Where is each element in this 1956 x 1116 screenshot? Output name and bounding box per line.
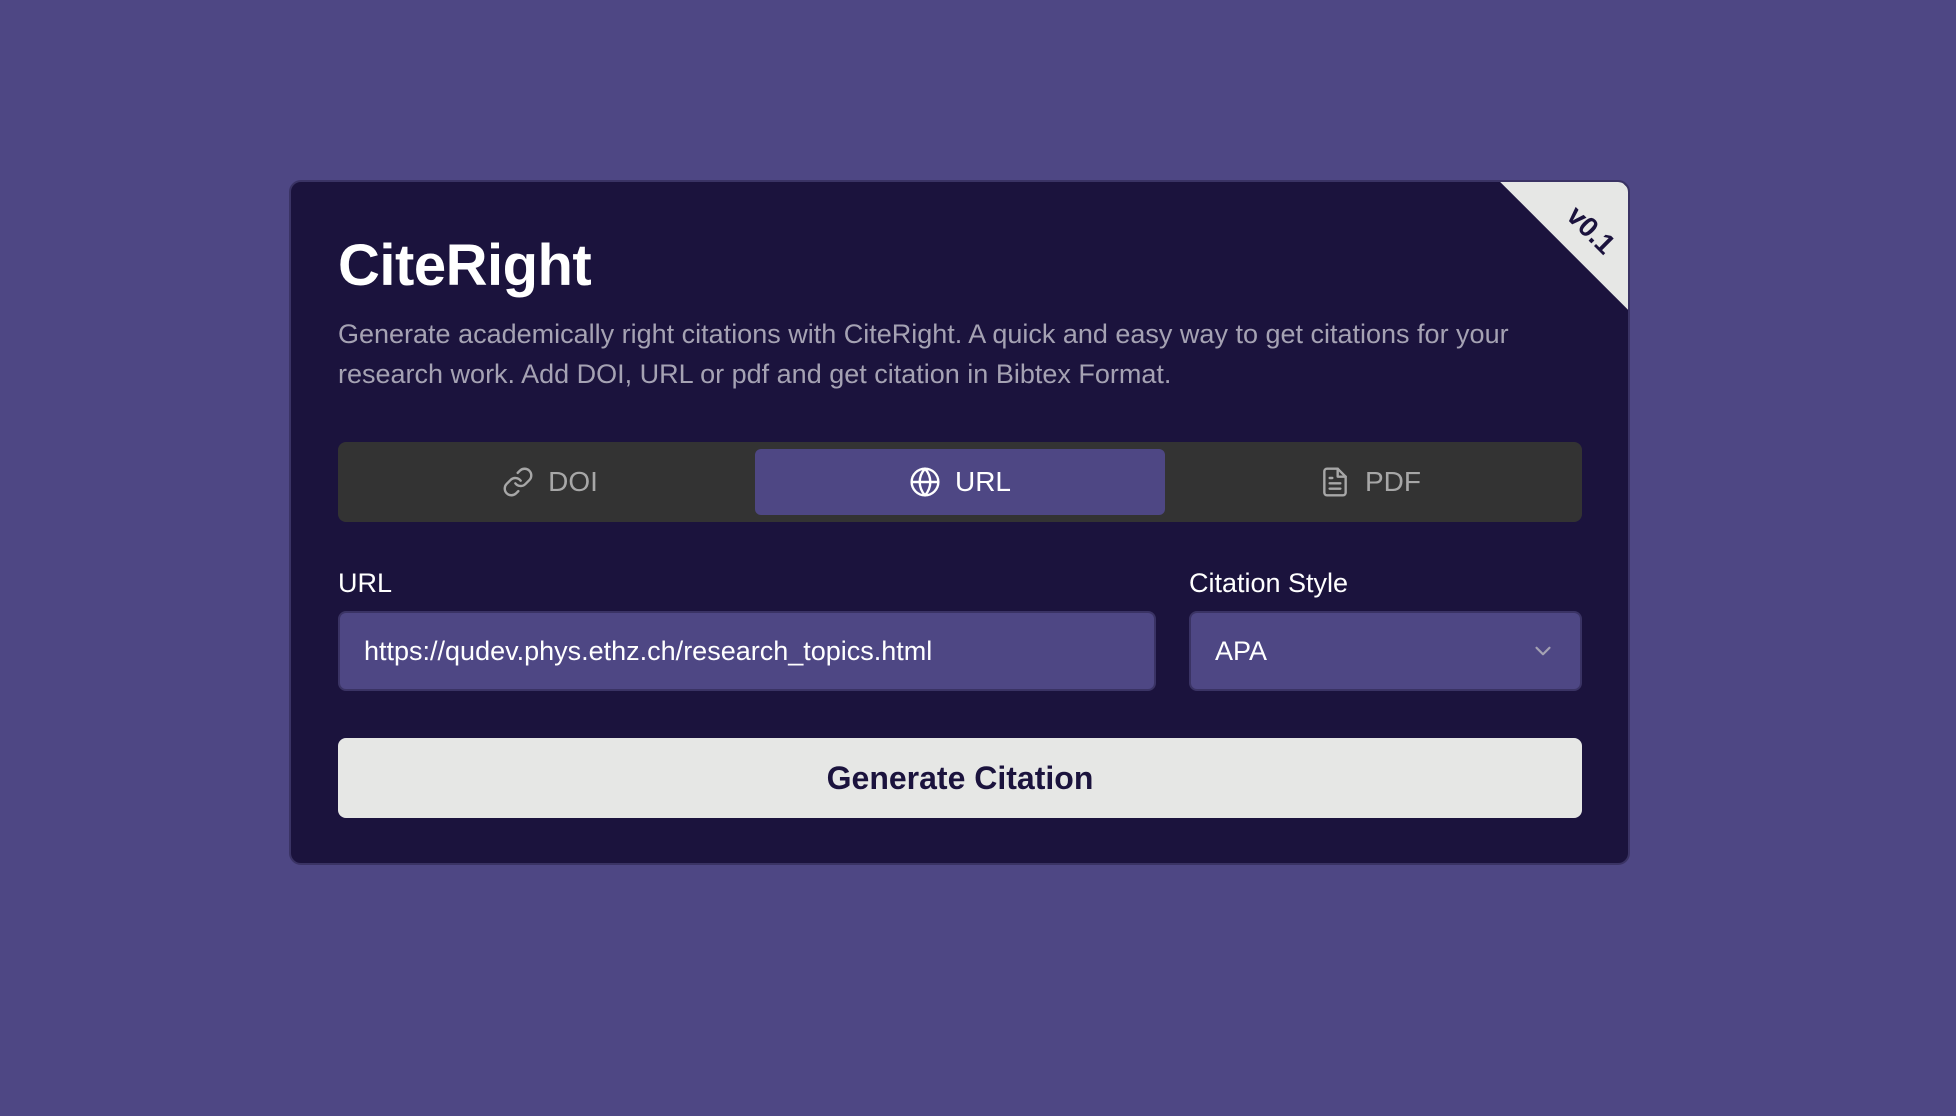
source-tabs: DOI URL PDF (338, 442, 1582, 522)
app-description: Generate academically right citations wi… (338, 319, 1509, 389)
tab-doi-label: DOI (548, 466, 598, 497)
tab-pdf[interactable]: PDF (1165, 449, 1575, 515)
citation-style-value: APA (1215, 635, 1268, 666)
globe-icon (910, 467, 940, 497)
tab-url-label: URL (954, 466, 1011, 497)
citation-style-select[interactable]: APA (1189, 611, 1582, 691)
tab-pdf-label: PDF (1365, 466, 1421, 497)
citeright-card: v0.1 CiteRight Generate academically rig… (289, 180, 1630, 865)
chevron-down-icon (1535, 646, 1551, 656)
tab-doi[interactable]: DOI (345, 449, 755, 515)
app-title: CiteRight (338, 233, 592, 298)
file-icon (1323, 467, 1347, 497)
url-input[interactable] (338, 611, 1156, 691)
citation-style-label: Citation Style (1189, 568, 1349, 598)
tab-url[interactable]: URL (755, 449, 1165, 515)
generate-citation-button[interactable]: Generate Citation (338, 738, 1582, 818)
link-icon (503, 467, 533, 497)
version-ribbon: v0.1 (1486, 182, 1628, 324)
version-badge: v0.1 (1486, 182, 1628, 324)
url-field-label: URL (338, 568, 393, 598)
